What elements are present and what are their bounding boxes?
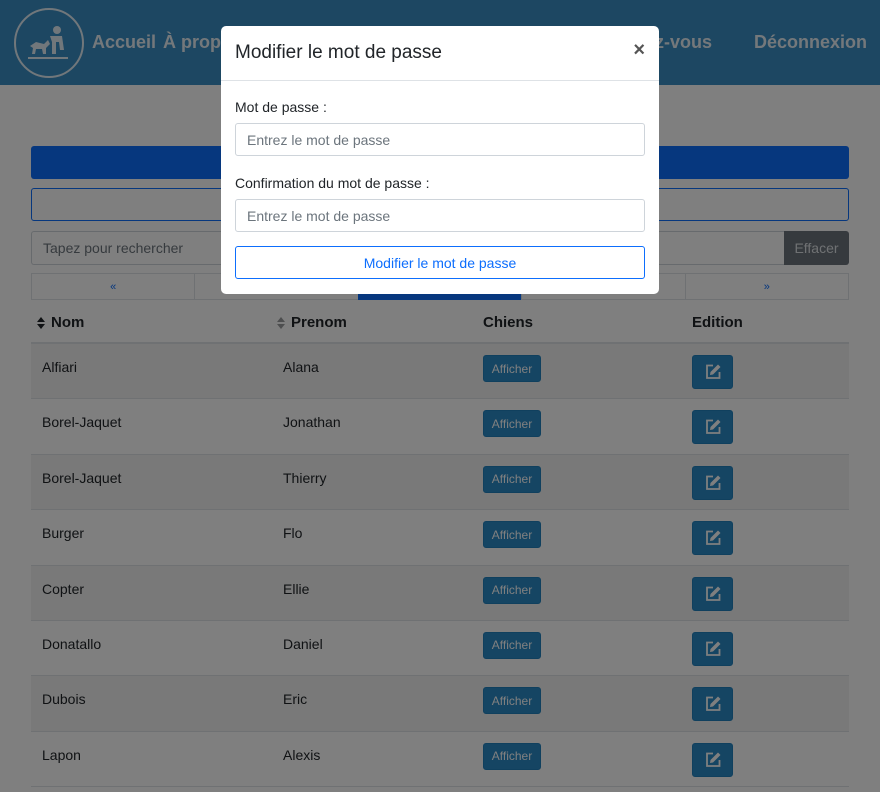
password-field[interactable]	[235, 123, 645, 156]
confirm-password-label: Confirmation du mot de passe :	[235, 175, 430, 191]
password-label: Mot de passe :	[235, 99, 327, 115]
change-password-button[interactable]: Modifier le mot de passe	[235, 246, 645, 279]
modal-title: Modifier le mot de passe	[235, 42, 442, 63]
change-password-modal: Modifier le mot de passe × Mot de passe …	[221, 26, 659, 294]
close-icon[interactable]: ×	[633, 40, 645, 60]
confirm-password-field[interactable]	[235, 199, 645, 232]
modal-header: Modifier le mot de passe ×	[221, 26, 659, 81]
